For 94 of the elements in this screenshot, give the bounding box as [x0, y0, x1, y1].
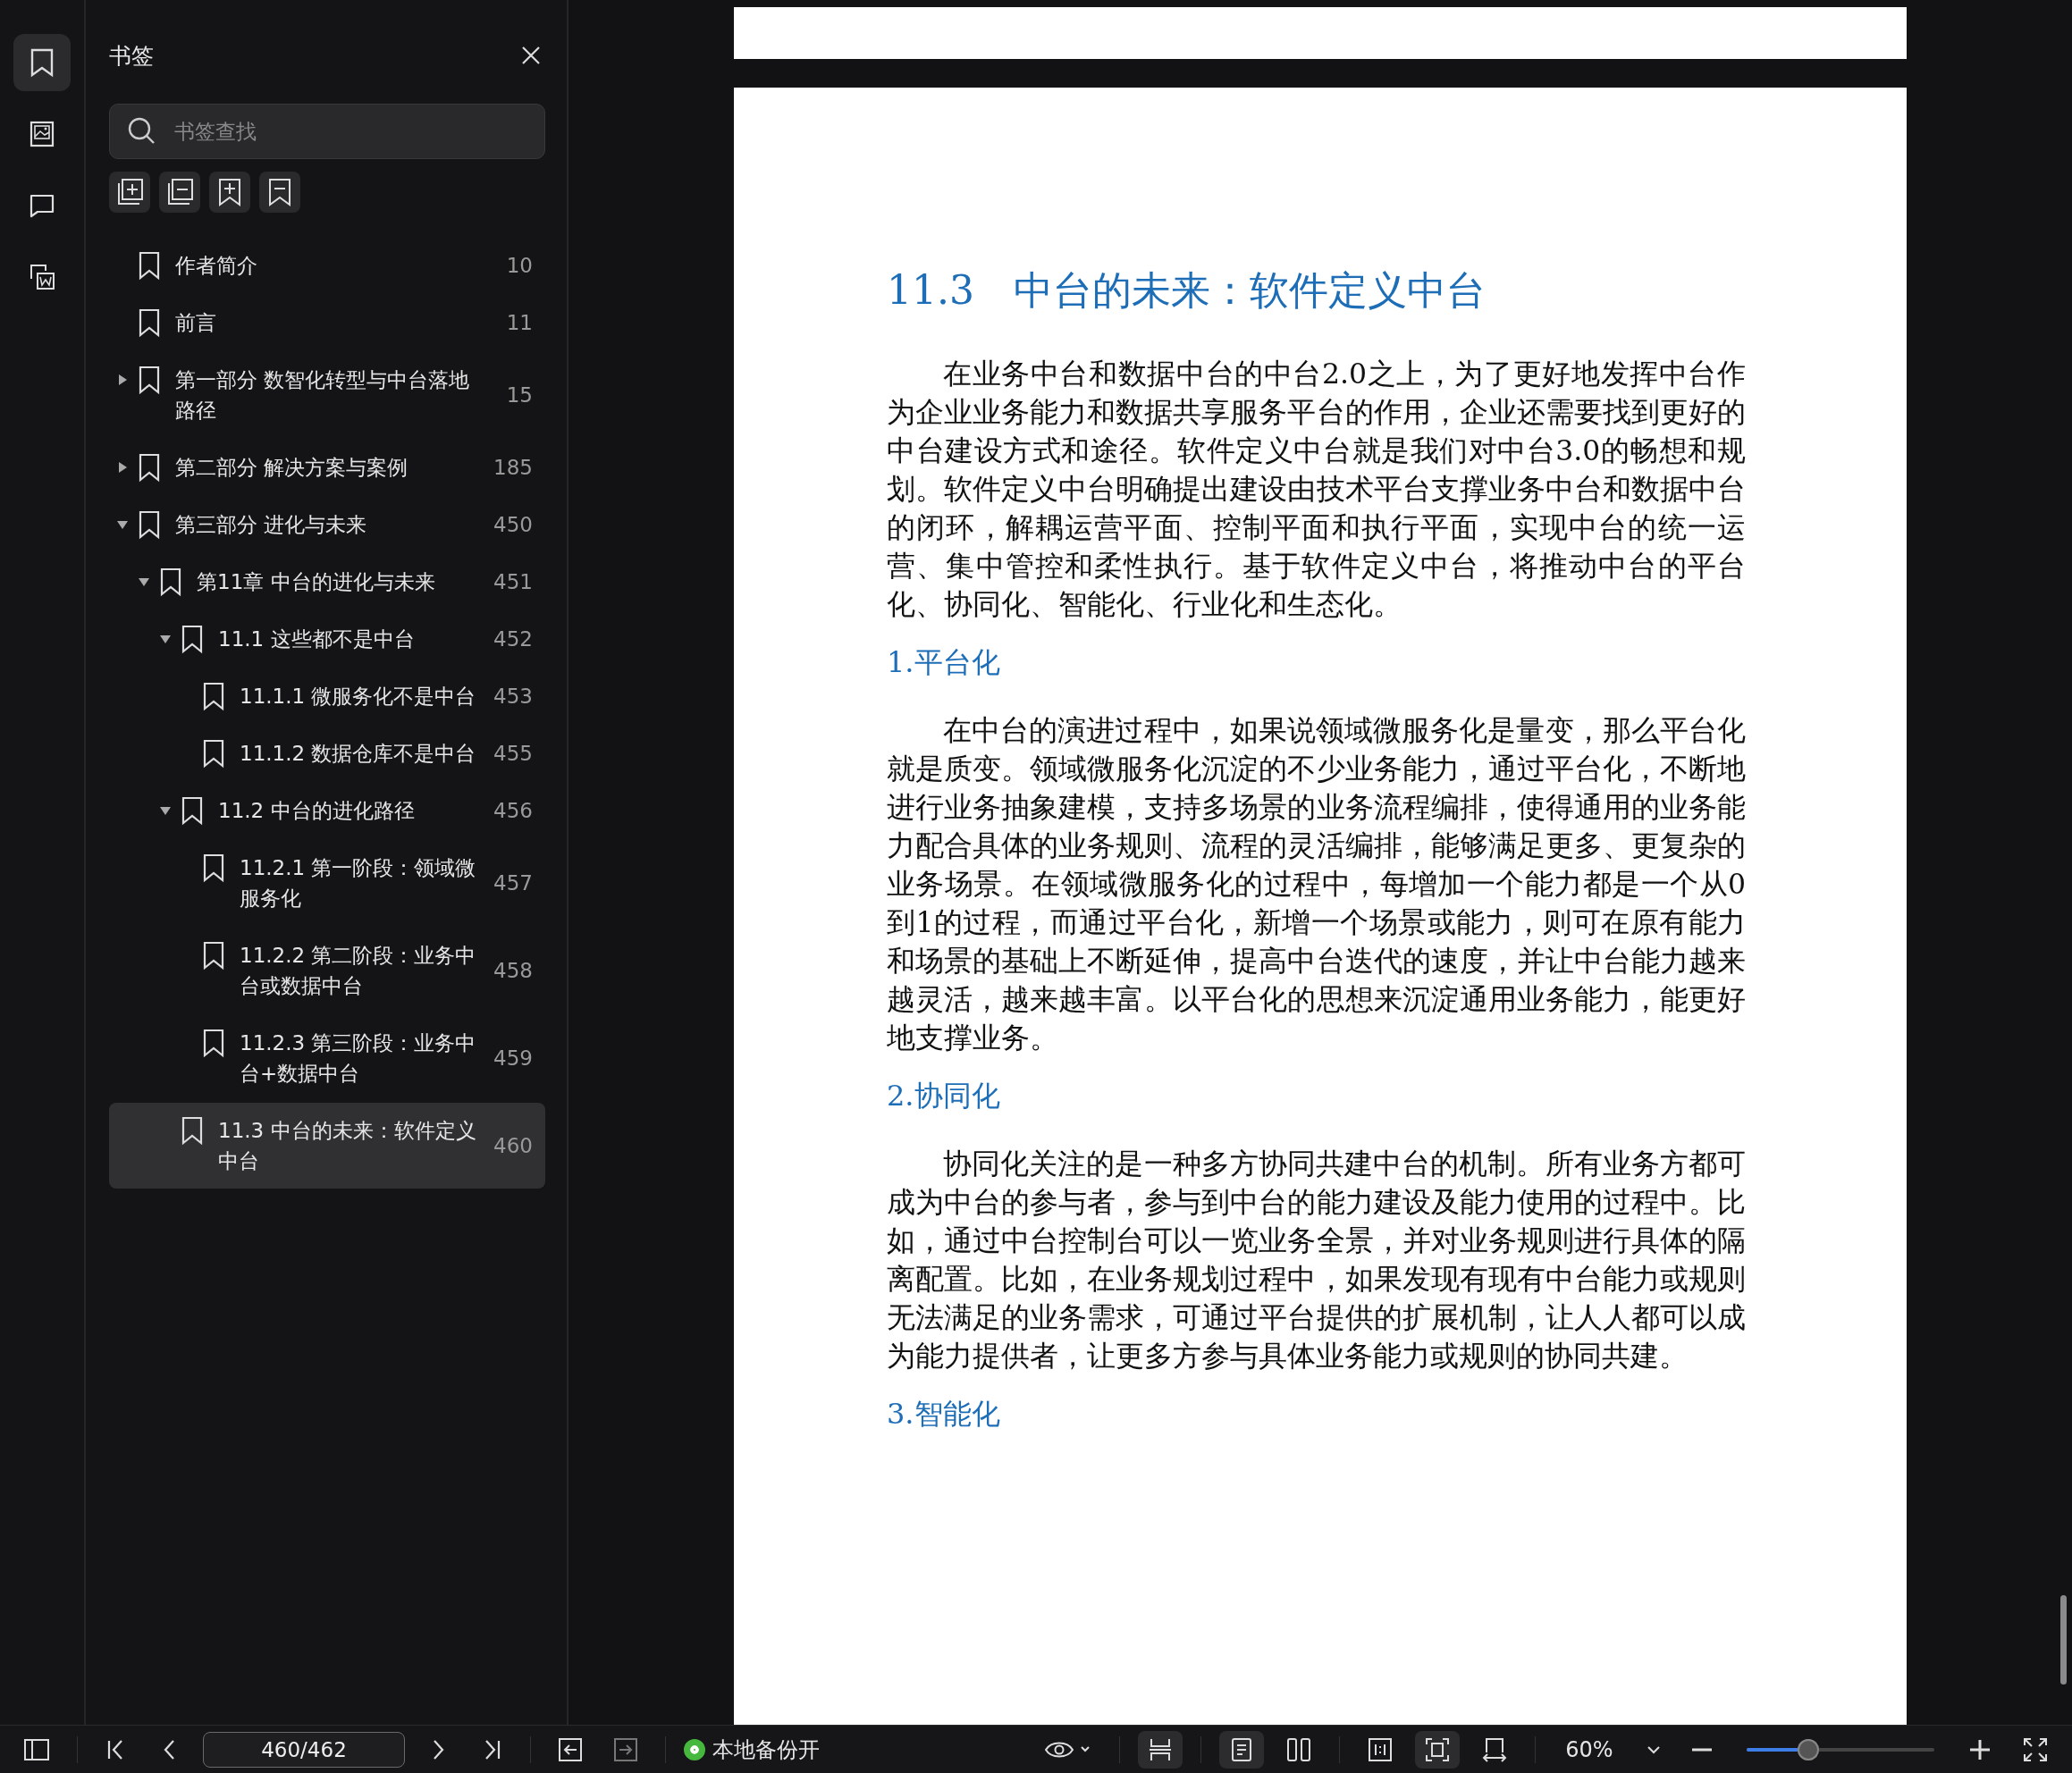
- subsection-heading: 2.协同化: [887, 1078, 1001, 1114]
- page-number: 459: [493, 1046, 533, 1071]
- expand-all-button[interactable]: [109, 172, 150, 213]
- collapse-triangle-icon[interactable]: [138, 576, 150, 588]
- bookmark-item[interactable]: 前言 11: [109, 295, 545, 350]
- bookmark-title: 第三部分 进化与未来: [175, 512, 368, 538]
- minus-icon: [1691, 1747, 1713, 1752]
- search-field[interactable]: 书签查找: [109, 104, 545, 159]
- page-number: 456: [493, 798, 533, 824]
- bookmark-icon: [181, 1115, 204, 1146]
- two-page-icon: [1285, 1735, 1312, 1763]
- document-convert-icon: [28, 262, 56, 292]
- bookmark-title: 11.3 中台的未来：软件定义中台: [218, 1118, 477, 1174]
- bookmark-icon: [202, 681, 225, 711]
- body-paragraph: 在中台的演进过程中，如果说领域微服务化是量变，那么平台化就是质变。领域微服务化沉淀的不少业务能力，通过平台化，不断地进行业务抽象建模，支持多场景的业务流程编排，使得通用的业务能力配合具体的业务规则、流程的灵活编排，能够满足更多、更复杂的业务场景。在领域微服务化的过程中，每增加一个能力都是一个从0到1的过程，而通过平台化，新增一个场景或能力，则可在原有能力和场景的基础上不断延伸，提高中台迭代的速度，并让中台能力越来越灵活，越来越丰富。以平台化的思想来沉淀通用业务能力，能更好地支撑业务。: [887, 713, 1746, 1055]
- bookmark-icon: [202, 1028, 225, 1058]
- page-number: 10: [505, 253, 533, 279]
- plus-icon: [1968, 1737, 1992, 1761]
- boxed-arrow-right-icon: [613, 1736, 638, 1762]
- add-bookmark-button[interactable]: [209, 172, 250, 213]
- page-number: 15: [505, 382, 533, 408]
- expand-triangle-icon[interactable]: [116, 374, 129, 386]
- bookmark-item[interactable]: 第三部分 进化与未来 450: [109, 497, 545, 552]
- bookmark-title: 前言: [175, 310, 217, 336]
- bookmark-icon: [138, 452, 161, 483]
- page-number: 455: [493, 741, 533, 767]
- body-paragraph: 协同化关注的是一种多方协同共建中台的机制。所有业务方都可成为中台的参与者，参与到中台的能力建设及能力使用的过程中。比如，通过中台控制台可以一览业务全景，并对业务规则进行具体的隔离配置。比如，在业务规划过程中，如果发现有现有中台能力或规则无法满足的业务需求，可通过平台提供的扩展机制，让人人都可以成为能力提供者，让更多方参与具体业务能力或规则的协同共建。: [887, 1147, 1746, 1374]
- bookmark-item[interactable]: 11.2 中台的进化路径 456: [109, 783, 545, 838]
- bookmark-icon: [181, 624, 204, 654]
- bookmark-icon: [181, 795, 204, 826]
- subsection-heading: 1.平台化: [887, 644, 1001, 681]
- bookmark-title: 11.2.1 第一阶段：领域微服务化: [240, 855, 477, 912]
- page-number: 450: [493, 512, 533, 538]
- bookmark-icon: [202, 853, 225, 883]
- section-heading: 11.3 中台的未来：软件定义中台: [887, 266, 1487, 315]
- subsection-heading: 3.智能化: [887, 1396, 1001, 1433]
- bookmark-item[interactable]: 第二部分 解决方案与案例 185: [109, 440, 545, 495]
- fullscreen-icon: [2022, 1735, 2049, 1763]
- page-number: 460: [493, 1133, 533, 1159]
- single-view-button[interactable]: [1219, 1730, 1264, 1769]
- close-icon: [520, 45, 542, 66]
- bookmark-title: 11.2 中台的进化路径: [218, 798, 416, 824]
- scrollbar-thumb[interactable]: [2060, 1595, 2067, 1685]
- page-number-field[interactable]: 460/462: [203, 1731, 405, 1768]
- bookmark-icon: [138, 365, 161, 395]
- bookmark-title: 第11章 中台的进化与未来: [197, 569, 436, 595]
- bookmark-item[interactable]: 第一部分 数智化转型与中台落地路径 15: [109, 352, 545, 438]
- bookmark-title: 11.2.2 第二阶段：业务中台或数据中台: [240, 943, 477, 999]
- picture-icon: [28, 119, 56, 149]
- actual-size-icon: [1367, 1735, 1394, 1763]
- panel-title: 书签: [109, 41, 154, 71]
- bookmark-icon: [138, 509, 161, 540]
- bookmark-item[interactable]: 11.1.1 微服务化不是中台 453: [109, 668, 545, 724]
- continuous-view-button[interactable]: [1138, 1730, 1183, 1769]
- collapse-all-button[interactable]: [159, 172, 200, 213]
- page-number: 458: [493, 958, 533, 984]
- page-number: 11: [505, 310, 533, 336]
- fit-width-icon: [1481, 1735, 1508, 1763]
- page-number: 452: [493, 626, 533, 652]
- bookmark-title: 作者简介: [175, 253, 258, 279]
- page-number: 453: [493, 684, 533, 710]
- bookmark-item[interactable]: 作者简介 10: [109, 238, 545, 293]
- collapse-triangle-icon[interactable]: [116, 518, 129, 531]
- fit-page-view-button[interactable]: [1415, 1730, 1460, 1769]
- bookmark-item[interactable]: 第11章 中台的进化与未来 451: [109, 554, 545, 609]
- bookmark-icon: [202, 738, 225, 769]
- bookmark-item[interactable]: 11.1 这些都不是中台 452: [109, 611, 545, 667]
- bookmark-icon: [159, 567, 182, 597]
- bookmark-title: 第二部分 解决方案与案例: [175, 455, 409, 481]
- bookmarks-tab[interactable]: [13, 34, 71, 91]
- bookmark-title: 11.2.3 第三阶段：业务中台+数据中台: [240, 1030, 477, 1087]
- bookmark-icon: [138, 250, 161, 281]
- bookmark-item[interactable]: 11.1.2 数据仓库不是中台 455: [109, 726, 545, 781]
- collapse-triangle-icon[interactable]: [159, 633, 172, 645]
- zoom-slider[interactable]: [1747, 1738, 1934, 1760]
- collapse-triangle-icon[interactable]: [159, 804, 172, 817]
- boxed-arrow-left-icon: [558, 1736, 583, 1762]
- bookmark-title: 11.1 这些都不是中台: [218, 626, 416, 652]
- panel-icon: [23, 1737, 50, 1761]
- bookmark-title: 11.1.2 数据仓库不是中台: [240, 741, 477, 767]
- bookmark-title: 第一部分 数智化转型与中台落地路径: [175, 367, 471, 424]
- remove-bookmark-button[interactable]: [259, 172, 300, 213]
- body-paragraph: 在业务中台和数据中台的中台2.0之上，为了更好地发挥中台作为企业业务能力和数据共享服务平台的作用，企业还需要找到更好的中台建设方式和途径。软件定义中台就是我们对中台3.0的畅想和规划。软件定义中台明确提出建设由技术平台支撑业务中台和数据中台的闭环，解耦运营平面、控制平面和执行平面，实现中台的统一运营、集中管控和柔性执行。基于软件定义中台，将推动中台的平台化、协同化、智能化、行业化和生态化。: [887, 357, 1746, 622]
- zoom-level[interactable]: 60%: [1554, 1736, 1625, 1762]
- bookmark-title: 11.1.1 微服务化不是中台: [240, 684, 477, 710]
- page-number: 457: [493, 870, 533, 896]
- expand-triangle-icon[interactable]: [116, 461, 129, 474]
- page-number: 185: [493, 455, 533, 481]
- bookmark-icon: [138, 307, 161, 338]
- caret-icon: [1647, 1744, 1661, 1755]
- fit-page-icon: [1424, 1735, 1451, 1763]
- bookmark-icon: [202, 940, 225, 971]
- backup-status[interactable]: 本地备份开: [712, 1735, 820, 1764]
- page-number: 451: [493, 569, 533, 595]
